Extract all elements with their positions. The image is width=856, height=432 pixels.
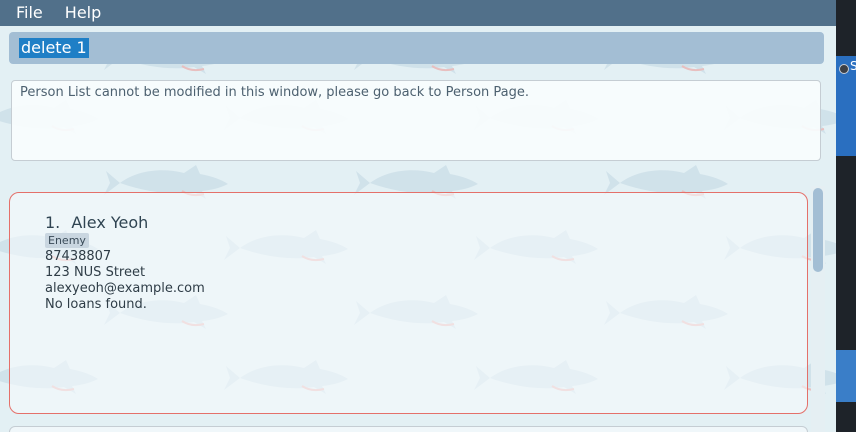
desktop-band-bottom (836, 350, 856, 402)
command-input-text[interactable]: delete 1 (19, 38, 89, 58)
person-loans: No loans found. (45, 297, 147, 312)
person-phone: 87438807 (45, 249, 112, 264)
person-card[interactable]: 1. Alex Yeoh Enemy 87438807 123 NUS Stre… (9, 192, 808, 414)
result-message: Person List cannot be modified in this w… (20, 85, 530, 100)
person-name: Alex Yeoh (71, 213, 149, 232)
radio-icon (839, 64, 849, 74)
list-scrollbar-thumb[interactable] (813, 188, 823, 272)
app-window: File Help delete 1 Person List cannot be… (0, 0, 836, 432)
person-address: 123 NUS Street (45, 265, 146, 280)
result-display[interactable]: Person List cannot be modified in this w… (11, 80, 821, 161)
partial-text: S (850, 59, 856, 73)
menu-file[interactable]: File (8, 1, 51, 25)
person-email: alexyeoh@example.com (45, 281, 205, 296)
person-index: 1. (45, 213, 61, 232)
background-desktop-strip: S (836, 0, 856, 432)
person-name-row: 1. Alex Yeoh (45, 213, 148, 232)
person-tag: Enemy (45, 233, 89, 248)
menu-bar: File Help (0, 0, 836, 26)
menu-help[interactable]: Help (57, 1, 109, 25)
next-person-card[interactable] (9, 426, 808, 432)
command-input[interactable]: delete 1 (9, 32, 824, 64)
